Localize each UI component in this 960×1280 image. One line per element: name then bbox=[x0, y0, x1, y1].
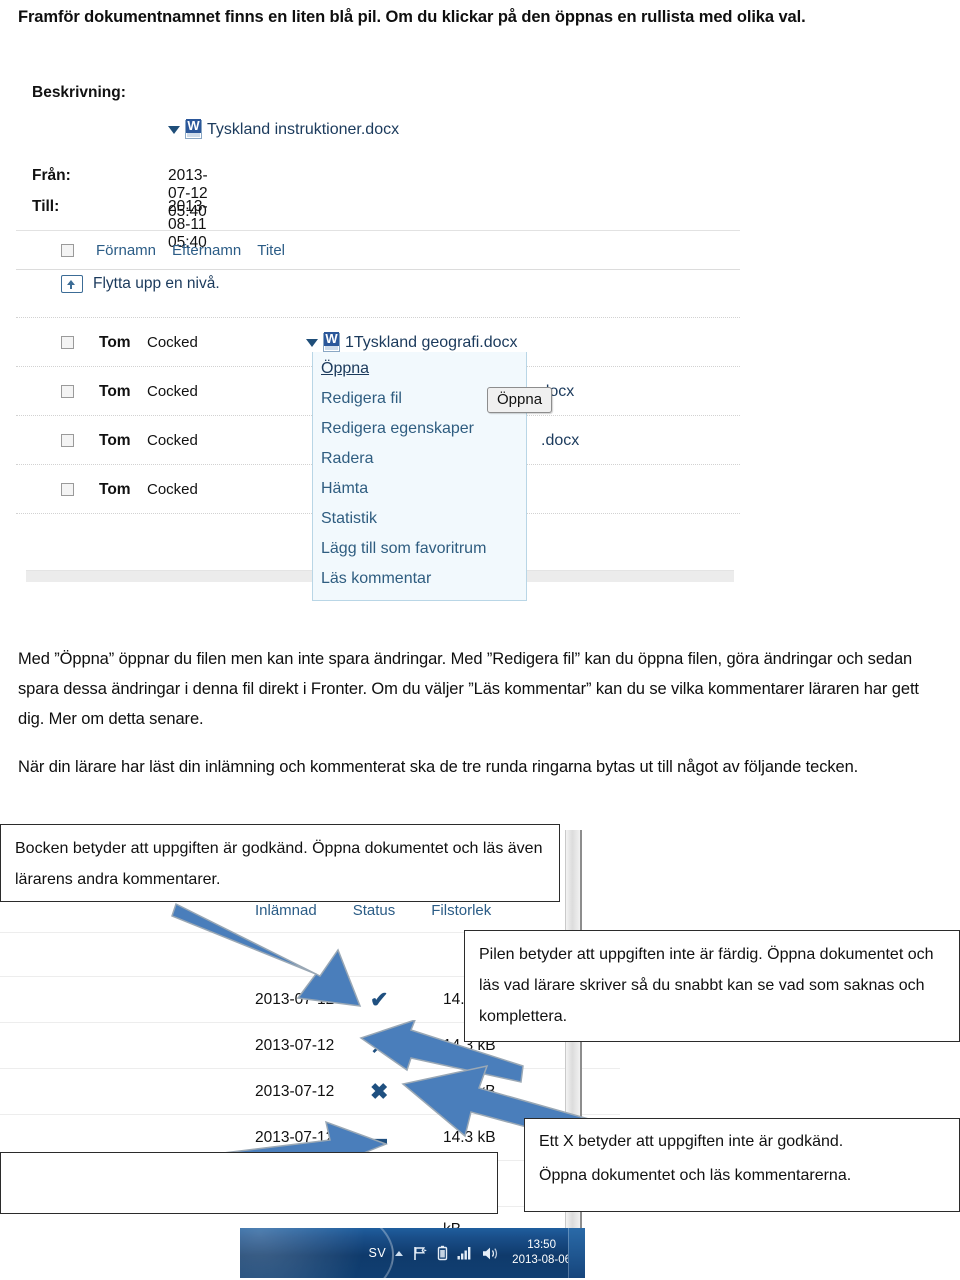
row-firstname: Tom bbox=[99, 431, 131, 449]
callout-arrow-text: Pilen betyder att uppgiften inte är färd… bbox=[479, 946, 934, 1025]
clock-time: 13:50 bbox=[527, 1239, 556, 1251]
folder-up-icon bbox=[61, 275, 83, 293]
row-file-link[interactable]: 1Tyskland geografi.docx bbox=[306, 332, 518, 352]
show-hidden-icons-arrow-icon[interactable] bbox=[395, 1250, 404, 1256]
submitted-date: 2013-07-12 bbox=[255, 1129, 335, 1146]
column-header-inlamnad[interactable]: Inlämnad bbox=[255, 902, 317, 919]
row-lastname: Cocked bbox=[147, 334, 198, 351]
paragraph-3: När din lärare har läst din inlämning oc… bbox=[18, 758, 859, 776]
check-icon: ✔ bbox=[370, 987, 389, 1012]
paragraph-2: Med ”Öppna” öppnar du filen men kan inte… bbox=[18, 650, 919, 728]
row-checkbox[interactable] bbox=[61, 483, 74, 496]
menu-item-hamta[interactable]: Hämta bbox=[313, 474, 526, 504]
word-document-icon bbox=[185, 119, 202, 139]
column-header-labels: Förnamn Efternamn Titel bbox=[96, 242, 285, 259]
column-header-firstname[interactable]: Förnamn bbox=[96, 242, 156, 259]
column-header-filstorlek[interactable]: Filstorlek bbox=[431, 902, 491, 919]
row-file-name[interactable]: 1Tyskland geografi.docx bbox=[345, 334, 518, 352]
network-signal-icon[interactable] bbox=[457, 1246, 473, 1260]
dash-icon: ▬ bbox=[370, 1128, 387, 1148]
callout-dash-meaning bbox=[0, 1152, 498, 1214]
intro-paragraph: Framför dokumentnamnet finns en liten bl… bbox=[18, 8, 806, 26]
submitted-date: 2013-07-12 bbox=[255, 1083, 335, 1100]
submitted-date: 2013-07-12 bbox=[255, 1037, 335, 1054]
arrow-up-right-icon: ↗ bbox=[370, 1033, 389, 1058]
document-name[interactable]: Tyskland instruktioner.docx bbox=[207, 121, 399, 139]
move-up-one-level-link[interactable]: Flytta upp en nivå. bbox=[61, 275, 220, 293]
system-tray: SV 13:50 2013-08-06 bbox=[368, 1228, 571, 1278]
row-checkbox[interactable] bbox=[61, 385, 74, 398]
language-indicator[interactable]: SV bbox=[368, 1246, 386, 1260]
menu-item-radera[interactable]: Radera bbox=[313, 444, 526, 474]
from-label: Från: bbox=[32, 167, 71, 184]
callout-x-text-line1: Ett X betyder att uppgiften inte är godk… bbox=[539, 1133, 844, 1150]
x-icon: ✖ bbox=[370, 1079, 389, 1104]
column-header-status[interactable]: Status bbox=[353, 902, 396, 919]
row-firstname: Tom bbox=[99, 382, 131, 400]
oppna-tooltip: Öppna bbox=[487, 387, 553, 413]
row-divider bbox=[0, 1068, 620, 1069]
document-header[interactable]: Tyskland instruktioner.docx bbox=[168, 119, 399, 139]
volume-icon[interactable] bbox=[482, 1246, 499, 1261]
callout-x-meaning: Ett X betyder att uppgiften inte är godk… bbox=[524, 1118, 960, 1212]
status-table-header: Inlämnad Status Filstorlek bbox=[255, 902, 491, 919]
word-document-icon bbox=[323, 332, 340, 352]
menu-item-statistik[interactable]: Statistik bbox=[313, 504, 526, 534]
submitted-date: 2013-07-12 bbox=[255, 991, 335, 1008]
file-size: 14.3 kB bbox=[443, 1129, 496, 1146]
chevron-down-icon[interactable] bbox=[306, 338, 318, 347]
row-firstname: Tom bbox=[99, 333, 131, 351]
menu-item-lagg-till-favoritrum[interactable]: Lägg till som favoritrum bbox=[313, 534, 526, 564]
taskbar-show-desktop-button[interactable] bbox=[568, 1228, 585, 1278]
menu-item-redigera-egenskaper[interactable]: Redigera egenskaper bbox=[313, 414, 526, 444]
column-header-lastname[interactable]: Efternamn bbox=[172, 242, 241, 259]
callout-check-text: Bocken betyder att uppgiften är godkänd.… bbox=[15, 840, 543, 888]
callout-x-text-line2: Öppna dokumentet och läs kommentarerna. bbox=[539, 1167, 852, 1184]
beskrivning-label: Beskrivning: bbox=[32, 84, 126, 101]
body-text-block: Med ”Öppna” öppnar du filen men kan inte… bbox=[18, 644, 934, 782]
chevron-down-icon[interactable] bbox=[168, 125, 180, 134]
menu-item-las-kommentar[interactable]: Läs kommentar bbox=[313, 564, 526, 594]
column-header-title[interactable]: Titel bbox=[257, 242, 285, 259]
row-firstname: Tom bbox=[99, 480, 131, 498]
windows-taskbar: SV 13:50 2013-08-06 bbox=[240, 1228, 585, 1278]
move-up-label: Flytta upp en nivå. bbox=[93, 275, 220, 292]
table-row[interactable]: 2013-07-12 ✖ 14.3 kB bbox=[0, 1070, 620, 1114]
callout-check-meaning: Bocken betyder att uppgiften är godkänd.… bbox=[0, 824, 560, 902]
row-lastname: Cocked bbox=[147, 383, 198, 400]
row-file-name[interactable]: .docx bbox=[541, 432, 579, 450]
file-size: 14.3 kB bbox=[443, 1083, 496, 1100]
row-divider bbox=[0, 1114, 620, 1115]
to-label: Till: bbox=[32, 198, 60, 215]
battery-icon[interactable] bbox=[437, 1245, 448, 1261]
callout-arrow-meaning: Pilen betyder att uppgiften inte är färd… bbox=[464, 930, 960, 1042]
clock[interactable]: 13:50 2013-08-06 bbox=[512, 1238, 571, 1268]
clock-date: 2013-08-06 bbox=[512, 1254, 571, 1266]
row-lastname: Cocked bbox=[147, 481, 198, 498]
row-checkbox[interactable] bbox=[61, 434, 74, 447]
row-lastname: Cocked bbox=[147, 432, 198, 449]
row-checkbox[interactable] bbox=[61, 336, 74, 349]
flag-action-center-icon[interactable] bbox=[412, 1246, 428, 1261]
menu-item-oppna[interactable]: Öppna bbox=[313, 354, 526, 384]
select-all-checkbox[interactable] bbox=[61, 243, 74, 257]
table-column-header: Förnamn Efternamn Titel bbox=[16, 230, 740, 270]
